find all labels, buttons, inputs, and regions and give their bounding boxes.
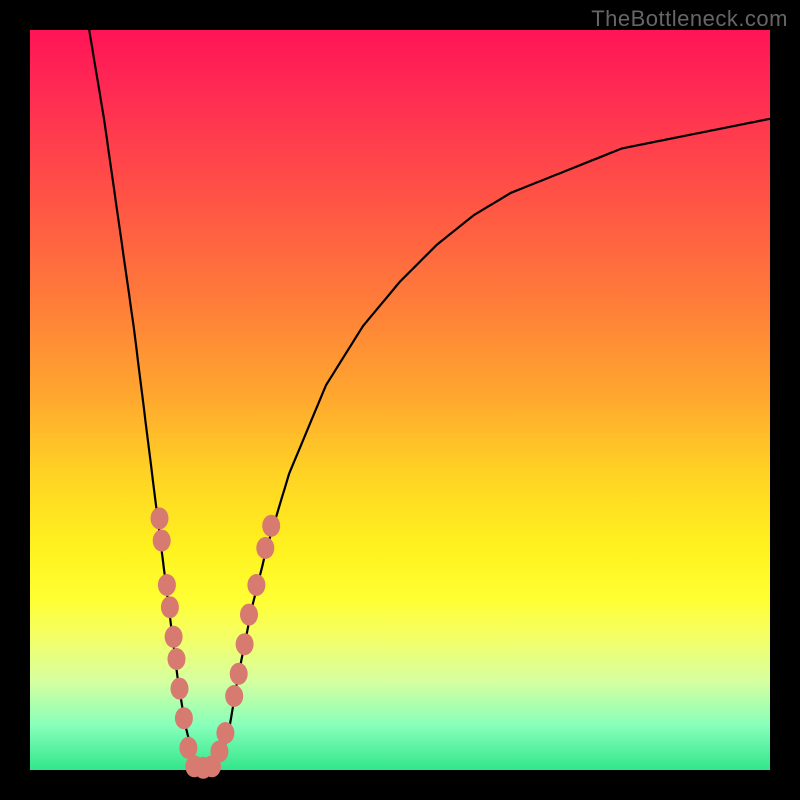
marker-dot xyxy=(175,707,193,729)
watermark-text: TheBottleneck.com xyxy=(591,6,788,32)
marker-dot xyxy=(262,515,280,537)
marker-dot xyxy=(153,530,171,552)
marker-dot xyxy=(168,648,186,670)
marker-dot xyxy=(161,596,179,618)
marker-dot xyxy=(240,604,258,626)
marker-dot xyxy=(165,626,183,648)
marker-dot xyxy=(256,537,274,559)
bottleneck-curve xyxy=(89,30,770,770)
marker-cluster xyxy=(151,507,281,778)
marker-dot xyxy=(216,722,234,744)
marker-dot xyxy=(236,633,254,655)
marker-dot xyxy=(225,685,243,707)
marker-dot xyxy=(247,574,265,596)
marker-dot xyxy=(171,678,189,700)
bottleneck-chart xyxy=(30,30,770,770)
marker-dot xyxy=(230,663,248,685)
marker-dot xyxy=(158,574,176,596)
marker-dot xyxy=(151,507,169,529)
